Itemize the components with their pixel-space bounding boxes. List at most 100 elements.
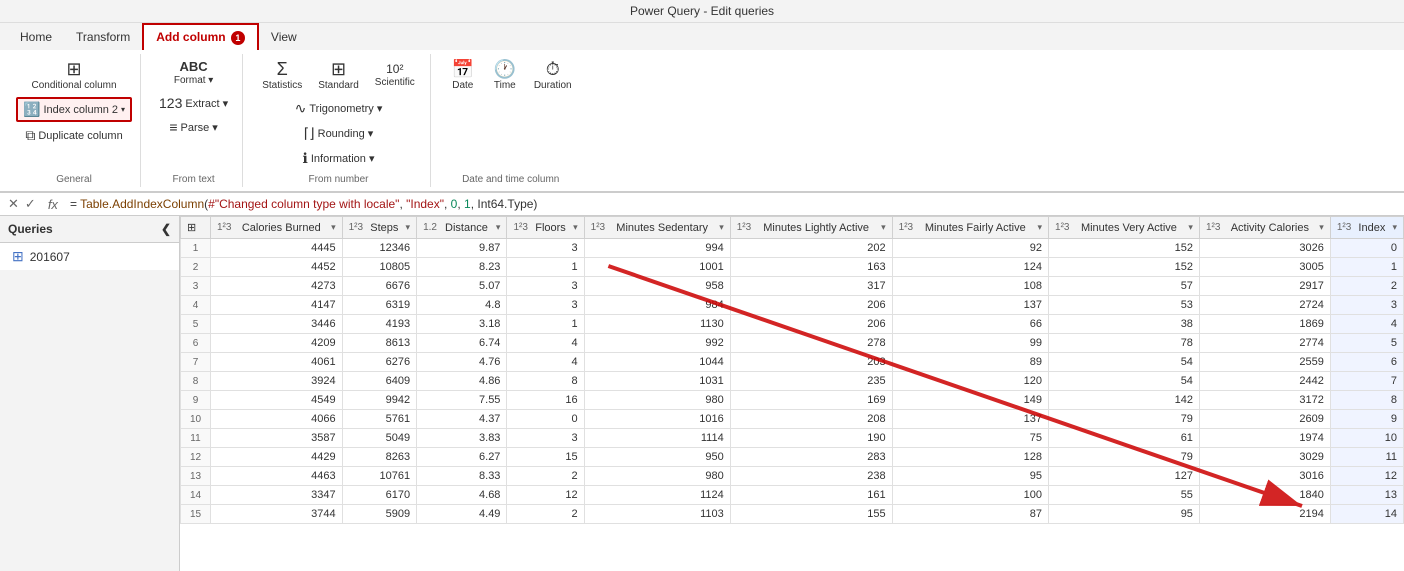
parse-button[interactable]: ≡ Parse ▾ bbox=[163, 116, 224, 138]
extract-icon: 123 bbox=[159, 95, 182, 111]
formula-icons: ✕ ✓ bbox=[8, 196, 36, 212]
cell-3: 3.18 bbox=[417, 315, 507, 334]
cell-1: 3924 bbox=[211, 372, 343, 391]
col-header-sedentary[interactable]: 1²3 Minutes Sedentary ▾ bbox=[584, 217, 730, 239]
rounding-button[interactable]: ⌈⌋ Rounding ▾ bbox=[298, 122, 380, 145]
col-header-distance[interactable]: 1.2 Distance ▾ bbox=[417, 217, 507, 239]
fairly-filter[interactable]: ▾ bbox=[1038, 222, 1043, 233]
cell-10: 8 bbox=[1330, 391, 1403, 410]
duration-label: Duration bbox=[534, 80, 572, 91]
trigonometry-button[interactable]: ∿ Trigonometry ▾ bbox=[289, 97, 389, 120]
cell-1: 3446 bbox=[211, 315, 343, 334]
cell-1: 4429 bbox=[211, 448, 343, 467]
standard-button[interactable]: ⊞ Standard bbox=[311, 56, 366, 95]
sedentary-filter[interactable]: ▾ bbox=[719, 222, 724, 233]
cell-1: 3587 bbox=[211, 429, 343, 448]
duplicate-column-button[interactable]: ⧉ Duplicate column bbox=[19, 124, 128, 147]
floors-filter[interactable]: ▾ bbox=[573, 222, 578, 233]
cell-6: 278 bbox=[730, 334, 892, 353]
cell-8: 152 bbox=[1049, 239, 1200, 258]
date-button[interactable]: 📅 Date bbox=[443, 56, 483, 95]
conditional-column-button[interactable]: ⊞ Conditional column bbox=[24, 56, 123, 95]
row-number: 3 bbox=[181, 277, 211, 296]
formula-check-icon[interactable]: ✓ bbox=[25, 196, 36, 212]
cell-8: 95 bbox=[1049, 505, 1200, 524]
cell-5: 984 bbox=[584, 296, 730, 315]
information-button[interactable]: ℹ Information ▾ bbox=[297, 147, 381, 170]
datetime-row: 📅 Date 🕐 Time ⏱ Duration bbox=[443, 56, 579, 95]
cell-2: 8613 bbox=[342, 334, 416, 353]
cell-1: 4209 bbox=[211, 334, 343, 353]
sidebar-title: Queries bbox=[8, 222, 53, 236]
cell-6: 203 bbox=[730, 353, 892, 372]
index-filter[interactable]: ▾ bbox=[1392, 222, 1397, 233]
sidebar-item-201607[interactable]: ⊞ 201607 bbox=[0, 243, 179, 270]
col-header-floors[interactable]: 1²3 Floors ▾ bbox=[507, 217, 584, 239]
from-number-row3: ⌈⌋ Rounding ▾ bbox=[298, 122, 380, 145]
cell-10: 4 bbox=[1330, 315, 1403, 334]
col-header-activity-cal[interactable]: 1²3 Activity Calories ▾ bbox=[1199, 217, 1330, 239]
cell-3: 8.23 bbox=[417, 258, 507, 277]
very-filter[interactable]: ▾ bbox=[1188, 222, 1193, 233]
parse-label: Parse ▾ bbox=[181, 121, 218, 134]
col-header-lightly[interactable]: 1²3 Minutes Lightly Active ▾ bbox=[730, 217, 892, 239]
cell-9: 3005 bbox=[1199, 258, 1330, 277]
information-label: Information ▾ bbox=[311, 152, 375, 165]
col-header-calories[interactable]: 1²3 Calories Burned ▾ bbox=[211, 217, 343, 239]
statistics-button[interactable]: Σ Statistics bbox=[255, 56, 309, 95]
datetime-label: Date and time column bbox=[462, 172, 559, 185]
duration-button[interactable]: ⏱ Duration bbox=[527, 56, 579, 95]
from-text-row3: ≡ Parse ▾ bbox=[163, 116, 224, 138]
steps-filter[interactable]: ▾ bbox=[406, 222, 411, 233]
cell-4: 3 bbox=[507, 277, 584, 296]
col-header-steps[interactable]: 1²3 Steps ▾ bbox=[342, 217, 416, 239]
format-icon: ABC bbox=[180, 60, 208, 73]
cell-7: 120 bbox=[892, 372, 1048, 391]
table-row: 12442982636.271595028312879302911 bbox=[181, 448, 1404, 467]
cell-4: 4 bbox=[507, 353, 584, 372]
tab-transform[interactable]: Transform bbox=[64, 23, 142, 50]
tab-view[interactable]: View bbox=[259, 23, 309, 50]
row-number: 15 bbox=[181, 505, 211, 524]
cell-8: 79 bbox=[1049, 410, 1200, 429]
cell-9: 2609 bbox=[1199, 410, 1330, 429]
date-label: Date bbox=[452, 80, 473, 91]
general-buttons-row3: ⧉ Duplicate column bbox=[19, 124, 128, 147]
header-row: ⊞ 1²3 Calories Burned ▾ 1²3 Steps bbox=[181, 217, 1404, 239]
cell-7: 124 bbox=[892, 258, 1048, 277]
cell-10: 11 bbox=[1330, 448, 1403, 467]
sidebar-collapse-icon[interactable]: ❮ bbox=[161, 222, 171, 236]
cell-8: 152 bbox=[1049, 258, 1200, 277]
col-header-fairly[interactable]: 1²3 Minutes Fairly Active ▾ bbox=[892, 217, 1048, 239]
ribbon-content: ⊞ Conditional column 🔢 Index column 2 ▾ … bbox=[0, 50, 1404, 192]
scientific-button[interactable]: 10² Scientific bbox=[368, 59, 422, 92]
cell-3: 7.55 bbox=[417, 391, 507, 410]
table-row: 24452108058.231100116312415230051 bbox=[181, 258, 1404, 277]
cell-10: 5 bbox=[1330, 334, 1403, 353]
table-row: 8392464094.86810312351205424427 bbox=[181, 372, 1404, 391]
col-header-index[interactable]: 1²3 Index ▾ bbox=[1330, 217, 1403, 239]
row-number: 8 bbox=[181, 372, 211, 391]
index-column-button[interactable]: 🔢 Index column 2 ▾ bbox=[16, 97, 132, 122]
ribbon-group-general: ⊞ Conditional column 🔢 Index column 2 ▾ … bbox=[8, 54, 141, 187]
extract-button[interactable]: 123 Extract ▾ bbox=[153, 92, 234, 114]
distance-filter[interactable]: ▾ bbox=[496, 222, 501, 233]
cell-9: 2724 bbox=[1199, 296, 1330, 315]
cell-5: 1001 bbox=[584, 258, 730, 277]
formula-close-icon[interactable]: ✕ bbox=[8, 196, 19, 212]
activity-cal-filter[interactable]: ▾ bbox=[1319, 222, 1324, 233]
index-column-label: Index column bbox=[43, 104, 108, 116]
cell-7: 137 bbox=[892, 296, 1048, 315]
cell-7: 95 bbox=[892, 467, 1048, 486]
calories-filter[interactable]: ▾ bbox=[331, 222, 336, 233]
tab-add-column[interactable]: Add column 1 bbox=[142, 23, 259, 50]
cell-8: 54 bbox=[1049, 372, 1200, 391]
time-button[interactable]: 🕐 Time bbox=[485, 56, 525, 95]
index-dropdown-arrow: ▾ bbox=[121, 105, 125, 114]
title-bar: Power Query - Edit queries bbox=[0, 0, 1404, 23]
format-button[interactable]: ABC Format ▾ bbox=[167, 56, 220, 90]
col-header-very[interactable]: 1²3 Minutes Very Active ▾ bbox=[1049, 217, 1200, 239]
duration-icon: ⏱ bbox=[546, 60, 560, 78]
tab-home[interactable]: Home bbox=[8, 23, 64, 50]
lightly-filter[interactable]: ▾ bbox=[881, 222, 886, 233]
